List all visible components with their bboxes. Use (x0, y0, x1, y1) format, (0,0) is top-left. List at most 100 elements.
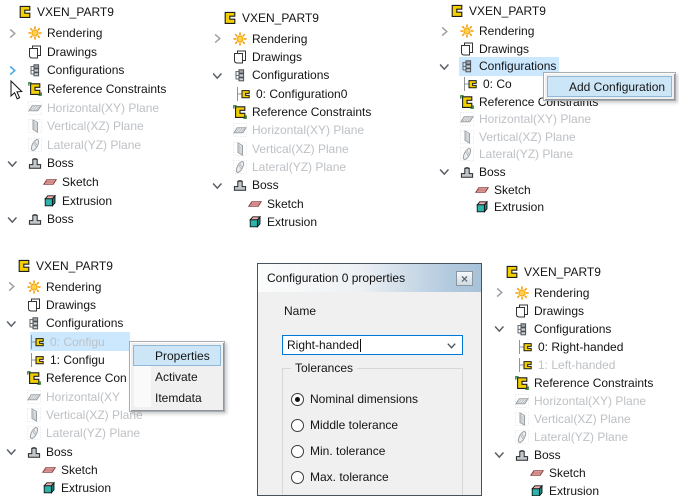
chevron-down-icon[interactable] (210, 179, 224, 192)
tree-row-rendering[interactable]: Rendering (437, 22, 537, 41)
menu-item-activate[interactable]: Activate (133, 366, 221, 387)
tree-row-sketch[interactable]: Sketch (437, 180, 534, 199)
tree-row-vxen-part9[interactable]: VXEN_PART9 (210, 8, 322, 27)
tree-row-sketch[interactable]: Sketch (210, 194, 307, 213)
tree-row-configurations[interactable]: Configurations (210, 66, 332, 85)
tree-row-horizontal-xy-plane[interactable]: Horizontal(XY) Plane (492, 391, 649, 410)
tree-row-reference-con[interactable]: Reference Con (4, 369, 130, 388)
tree-row-configurations[interactable]: Configurations (5, 61, 127, 80)
tree-row-sketch[interactable]: Sketch (4, 460, 101, 479)
close-icon[interactable]: × (456, 271, 473, 286)
tree-row-1-left-handed[interactable]: 1: Left-handed (492, 355, 618, 374)
tree-row-configurations[interactable]: Configurations (4, 314, 126, 333)
tree-row-vxen-part9[interactable]: VXEN_PART9 (437, 1, 549, 20)
tree-row-vxen-part9[interactable]: VXEN_PART9 (5, 2, 117, 21)
menu-item-add-configuration[interactable]: Add Configuration (547, 76, 672, 97)
tree-row-boss[interactable]: Boss (4, 442, 76, 461)
radio-button-icon[interactable] (291, 445, 304, 458)
tree-row-0-configuration0[interactable]: 0: Configuration0 (210, 84, 350, 103)
tree-row-lateral-yz-plane[interactable]: Lateral(YZ) Plane (4, 424, 143, 443)
tree-row-0-co[interactable]: 0: Co (437, 74, 515, 93)
tree-row-reference-constraints[interactable]: Reference Constraints (210, 103, 374, 122)
tree-row-horizontal-xy-plane[interactable]: Horizontal(XY) Plane (210, 121, 367, 140)
radio-button-icon[interactable] (291, 393, 304, 406)
dialog-titlebar[interactable]: Configuration 0 properties (258, 264, 481, 292)
tree-row-drawings[interactable]: Drawings (437, 39, 532, 58)
chevron-down-icon[interactable] (492, 448, 506, 461)
tree-row-sketch[interactable]: Sketch (5, 172, 102, 191)
tree-row-drawings[interactable]: Drawings (492, 301, 587, 320)
name-combobox[interactable]: Right-handed (282, 335, 463, 355)
tree-row-horizontal-xy-plane[interactable]: Horizontal(XY) Plane (437, 110, 594, 129)
tree-row-vertical-xz-plane[interactable]: Vertical(XZ) Plane (5, 117, 147, 136)
radio-button-icon[interactable] (291, 419, 304, 432)
tree-row-reference-constraints[interactable]: Reference Constraints (5, 79, 169, 98)
tree-row-rendering[interactable]: Rendering (5, 24, 105, 43)
tree-row-configurations[interactable]: Configurations (492, 319, 614, 338)
tree-item: Drawings (232, 48, 305, 67)
radio-button-icon[interactable] (291, 471, 304, 484)
radio-max-tolerance[interactable]: Max. tolerance (291, 469, 389, 485)
tree-row-horizontal-xy[interactable]: Horizontal(XY (4, 387, 123, 406)
tree-row-vertical-xz-plane[interactable]: Vertical(XZ) Plane (4, 405, 146, 424)
radio-min-tolerance[interactable]: Min. tolerance (291, 443, 385, 459)
chevron-right-icon[interactable] (492, 286, 506, 299)
tree-row-drawings[interactable]: Drawings (4, 296, 99, 315)
tree-item-label: 0: Right-handed (534, 339, 626, 355)
tree-row-boss[interactable]: Boss (5, 210, 77, 229)
chevron-down-icon[interactable] (5, 157, 19, 170)
tree-row-extrusion[interactable]: Extrusion (4, 479, 114, 496)
tree-row-vertical-xz-plane[interactable]: Vertical(XZ) Plane (210, 139, 352, 158)
tree-row-boss[interactable]: Boss (5, 154, 77, 173)
tree-row-extrusion[interactable]: Extrusion (492, 481, 602, 496)
tree-row-rendering[interactable]: Rendering (210, 29, 310, 48)
tree-row-vertical-xz-plane[interactable]: Vertical(XZ) Plane (492, 409, 634, 428)
sketch-icon (474, 183, 490, 197)
radio-nominal-dimensions[interactable]: Nominal dimensions (291, 391, 418, 407)
tree-row-boss[interactable]: Boss (492, 445, 564, 464)
tree-row-boss[interactable]: Boss (210, 176, 282, 195)
tree-row-rendering[interactable]: Rendering (492, 283, 592, 302)
chevron-right-icon[interactable] (4, 280, 18, 293)
tree-row-0-configu[interactable]: 0: Configu (4, 332, 130, 351)
tree-row-extrusion[interactable]: Extrusion (210, 212, 320, 231)
tree-row-reference-constraints[interactable]: Reference Constraints (492, 373, 656, 392)
tree-row-extrusion[interactable]: Extrusion (437, 198, 547, 217)
chevron-right-icon[interactable] (210, 32, 224, 45)
tree-row-lateral-yz-plane[interactable]: Lateral(YZ) Plane (5, 135, 144, 154)
tree-row-vxen-part9[interactable]: VXEN_PART9 (492, 262, 604, 281)
tree-item-label: Lateral(YZ) Plane (475, 146, 576, 162)
chevron-right-icon[interactable] (5, 27, 19, 40)
tree-item: Horizontal(XY) Plane (232, 121, 367, 140)
tree-row-drawings[interactable]: Drawings (210, 48, 305, 67)
tree-row-configurations[interactable]: Configurations (437, 57, 559, 76)
configurations-icon (26, 316, 42, 330)
tree-item: Sketch (41, 460, 101, 479)
chevron-down-icon[interactable] (4, 317, 18, 330)
tree-row-boss[interactable]: Boss (437, 162, 509, 181)
tree-row-drawings[interactable]: Drawings (5, 42, 100, 61)
radio-middle-tolerance[interactable]: Middle tolerance (291, 417, 398, 433)
chevron-down-icon[interactable] (492, 322, 506, 335)
tree-row-1-configu[interactable]: 1: Configu (4, 351, 108, 370)
tree-row-rendering[interactable]: Rendering (4, 277, 104, 296)
chevron-down-icon[interactable] (5, 213, 19, 226)
tree-row-vertical-xz-plane[interactable]: Vertical(XZ) Plane (437, 127, 579, 146)
tree-row-horizontal-xy-plane[interactable]: Horizontal(XY) Plane (5, 98, 162, 117)
menu-item-itemdata[interactable]: Itemdata (133, 387, 221, 408)
chevron-down-icon[interactable] (437, 165, 451, 178)
chevron-down-icon[interactable] (437, 60, 451, 73)
tree-row-vxen-part9[interactable]: VXEN_PART9 (4, 256, 116, 275)
chevron-down-icon[interactable] (210, 69, 224, 82)
chevron-right-icon[interactable] (437, 25, 451, 38)
chevron-right-icon[interactable] (5, 64, 19, 77)
tree-row-lateral-yz-plane[interactable]: Lateral(YZ) Plane (492, 427, 631, 446)
menu-item-properties[interactable]: Properties (133, 345, 221, 366)
tree-row-lateral-yz-plane[interactable]: Lateral(YZ) Plane (210, 157, 349, 176)
tree-row-sketch[interactable]: Sketch (492, 463, 589, 482)
tree-row-0-right-handed[interactable]: 0: Right-handed (492, 337, 626, 356)
chevron-down-icon[interactable] (4, 445, 18, 458)
chevron-down-icon[interactable] (445, 339, 458, 352)
tree-row-extrusion[interactable]: Extrusion (5, 191, 115, 210)
tree-row-lateral-yz-plane[interactable]: Lateral(YZ) Plane (437, 145, 576, 164)
